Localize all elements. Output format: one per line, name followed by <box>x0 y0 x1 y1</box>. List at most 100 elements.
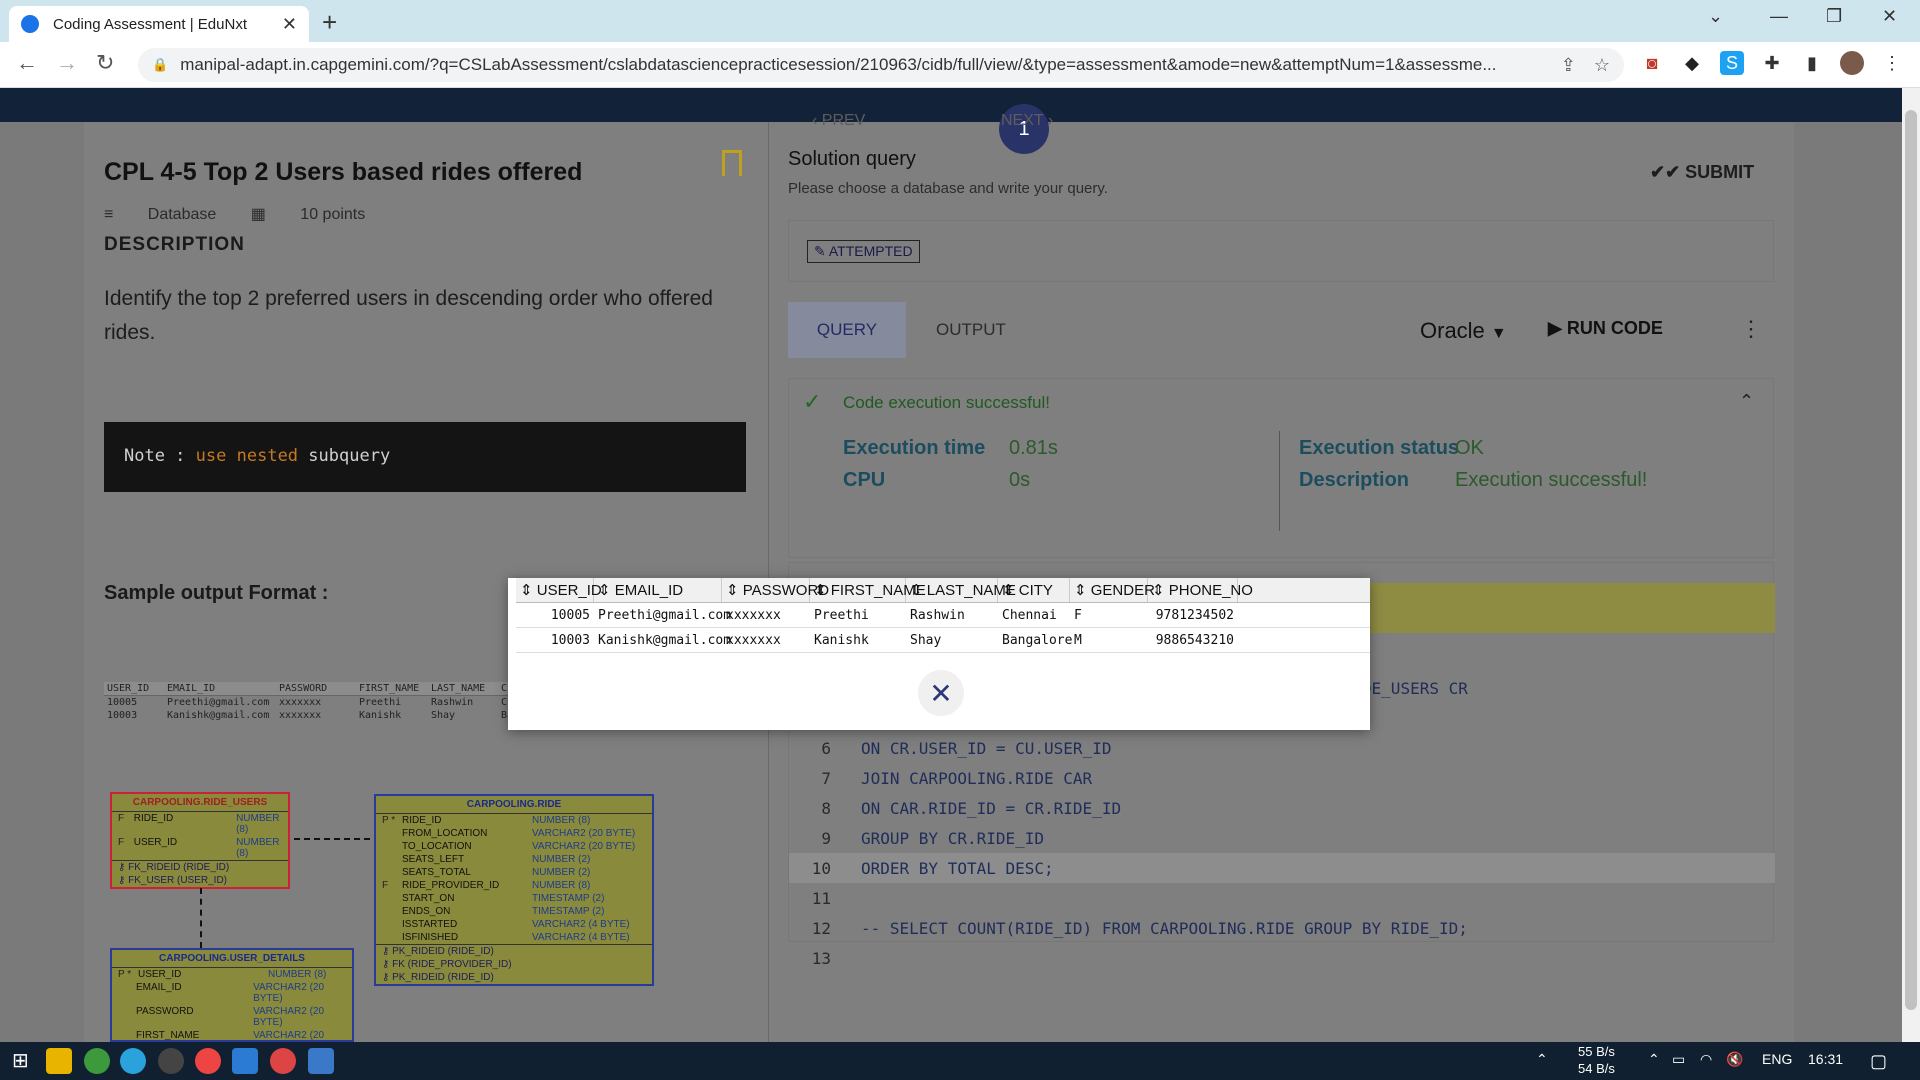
tab-query[interactable]: QUERY <box>788 302 906 358</box>
page-scrollbar[interactable] <box>1902 88 1920 1042</box>
erd-relation-line <box>200 888 202 948</box>
erd-column-type: NUMBER (8) <box>236 813 280 835</box>
line-number: 12 <box>811 918 831 938</box>
description-text: Identify the top 2 preferred users in de… <box>104 287 713 344</box>
run-code-button[interactable]: ▶ RUN CODE <box>1548 318 1663 339</box>
erd-column-type: VARCHAR2 (20 BYTE) <box>532 828 636 839</box>
code-text: -- SELECT COUNT(RIDE_ID) FROM CARPOOLING… <box>861 918 1468 938</box>
erd-key-flag <box>382 828 402 839</box>
language-indicator[interactable]: ENG <box>1762 1051 1792 1067</box>
erd-column: PASSWORD VARCHAR2 (20 BYTE) <box>112 1005 352 1029</box>
file-explorer-icon[interactable] <box>46 1048 72 1074</box>
bookmark-star-icon[interactable]: ☆ <box>1594 55 1610 76</box>
erd-column: ISFINISHED VARCHAR2 (4 BYTE) <box>376 931 652 944</box>
app-round-icon[interactable] <box>158 1048 184 1074</box>
solution-heading: Solution query <box>788 148 916 170</box>
erd-key-flag <box>382 867 402 878</box>
extension-cat-icon[interactable]: ◆ <box>1680 51 1704 75</box>
result-column-header[interactable]: ⇕ PASSWORD <box>722 578 829 602</box>
forward-icon[interactable]: → <box>56 50 78 76</box>
close-modal-button[interactable]: ✕ <box>918 670 964 716</box>
result-column-header[interactable]: ⇕ LAST_NAME <box>906 578 1016 602</box>
extension-pocket-icon[interactable]: ◙ <box>1640 51 1664 75</box>
wifi-icon[interactable]: ◠ <box>1700 1051 1712 1068</box>
result-column-header[interactable]: ⇕ EMAIL_ID <box>594 578 722 602</box>
result-cell: Bangalore <box>1002 632 1073 648</box>
collapse-chevron-icon[interactable]: ⌃ <box>1739 391 1754 412</box>
site-header <box>0 88 1920 122</box>
new-tab-icon[interactable]: + <box>322 7 337 38</box>
attempted-label: ATTEMPTED <box>828 243 913 259</box>
browser-tab[interactable]: Coding Assessment | EduNxt ✕ <box>9 6 309 42</box>
result-column-header[interactable]: ⇕ PHONE_NO <box>1148 578 1253 602</box>
close-tab-icon[interactable]: ✕ <box>282 14 297 35</box>
erd-column-type: NUMBER (8) <box>236 837 280 859</box>
result-column-header[interactable]: ⇕ FIRST_NAME <box>810 578 926 602</box>
database-select[interactable]: Oracle ▼ <box>1420 318 1507 344</box>
sample-column-header: LAST_NAME <box>431 683 486 694</box>
erd-key-flag <box>118 982 136 1004</box>
erd-column-name: ISSTARTED <box>402 919 458 930</box>
result-column-header[interactable]: ⇕ USER_ID <box>516 578 602 602</box>
restore-icon[interactable]: ❐ <box>1826 6 1842 27</box>
profile-avatar[interactable] <box>1840 51 1864 75</box>
browser-menu-icon[interactable]: ⋮ <box>1880 51 1904 75</box>
battery-icon[interactable]: ▭ <box>1672 1051 1685 1068</box>
line-number: 6 <box>821 738 831 758</box>
erd-column-type: VARCHAR2 (20 BYTE) <box>253 982 325 1004</box>
erd-column-type: TIMESTAMP (2) <box>532 893 605 904</box>
erd-column: SEATS_LEFT NUMBER (2) <box>376 853 652 866</box>
result-column-header[interactable]: ⇕ CITY <box>998 578 1070 602</box>
more-options-icon[interactable]: ⋮ <box>1740 316 1762 342</box>
app-window-icon[interactable] <box>308 1048 334 1074</box>
chrome-active-icon[interactable] <box>270 1048 296 1074</box>
bookmark-icon[interactable] <box>722 150 742 176</box>
share-icon[interactable]: ⇪ <box>1561 55 1576 76</box>
erd-column-name: USER_ID <box>133 837 178 848</box>
tray-overflow-icon[interactable]: ⌃ <box>1648 1051 1660 1068</box>
clock[interactable]: 16:31 <box>1808 1051 1843 1067</box>
sample-cell: 10005 <box>107 697 138 708</box>
tab-search-chevron-icon[interactable]: ⌄ <box>1708 6 1723 27</box>
scrollbar-thumb[interactable] <box>1905 110 1917 1010</box>
side-panel-icon[interactable]: ▮ <box>1800 51 1824 75</box>
result-cell: Preethi@gmail.com <box>598 607 732 623</box>
minimize-icon[interactable]: — <box>1770 6 1788 27</box>
line-number: 7 <box>821 768 831 788</box>
extension-s-icon[interactable]: S <box>1720 51 1744 75</box>
erd-column-name: EMAIL_ID <box>136 982 182 993</box>
erd-constraint: ⚷ FK_RIDEID (RIDE_ID) <box>118 862 230 873</box>
erd-constraint: ⚷ FK_USER (USER_ID) <box>118 875 228 886</box>
notifications-icon[interactable]: ▢ <box>1870 1051 1887 1072</box>
erd-column-name: RIDE_ID <box>402 815 442 826</box>
code-text: ON CAR.RIDE_ID = CR.RIDE_ID <box>861 798 1122 818</box>
sample-cell: 10003 <box>107 710 138 721</box>
tab-output[interactable]: OUTPUT <box>936 320 1006 340</box>
volume-mute-icon[interactable]: 🔇 <box>1726 1051 1743 1068</box>
code-line: 12 -- SELECT COUNT(RIDE_ID) FROM CARPOOLI… <box>789 913 1775 943</box>
tray-chevron-icon[interactable]: ⌃ <box>1536 1051 1548 1068</box>
erd-column: TO_LOCATION VARCHAR2 (20 BYTE) <box>376 840 652 853</box>
close-window-icon[interactable]: ✕ <box>1882 6 1897 27</box>
extensions-puzzle-icon[interactable]: ✚ <box>1760 51 1784 75</box>
code-line: 13 <box>789 943 1775 973</box>
sample-cell: xxxxxxx <box>279 710 322 721</box>
submit-button[interactable]: ✔✔ SUBMIT <box>1650 162 1754 183</box>
erd-column: P * RIDE_ID NUMBER (8) <box>376 814 652 827</box>
start-windows-icon[interactable]: ⊞ <box>12 1048 38 1074</box>
sample-cell: Preethi@gmail.com <box>167 697 270 708</box>
erd-column-type: VARCHAR2 (20 BYTE) <box>532 841 636 852</box>
address-bar[interactable]: 🔒 manipal-adapt.in.capgemini.com/?q=CSLa… <box>138 48 1624 82</box>
vscode-icon[interactable] <box>232 1048 258 1074</box>
app-green-icon[interactable] <box>84 1048 110 1074</box>
back-icon[interactable]: ← <box>16 50 38 76</box>
exec-divider <box>1279 431 1280 531</box>
code-line: 8 ON CAR.RIDE_ID = CR.RIDE_ID <box>789 793 1775 823</box>
erd-column-name: FIRST_NAME <box>136 1030 200 1041</box>
chrome-icon[interactable] <box>195 1048 221 1074</box>
result-cell: xxxxxxx <box>726 632 781 648</box>
reload-icon[interactable]: ↻ <box>96 50 114 76</box>
result-column-header[interactable]: ⇕ GENDER <box>1070 578 1155 602</box>
telegram-icon[interactable] <box>120 1048 146 1074</box>
erd-key-flag <box>382 932 402 943</box>
